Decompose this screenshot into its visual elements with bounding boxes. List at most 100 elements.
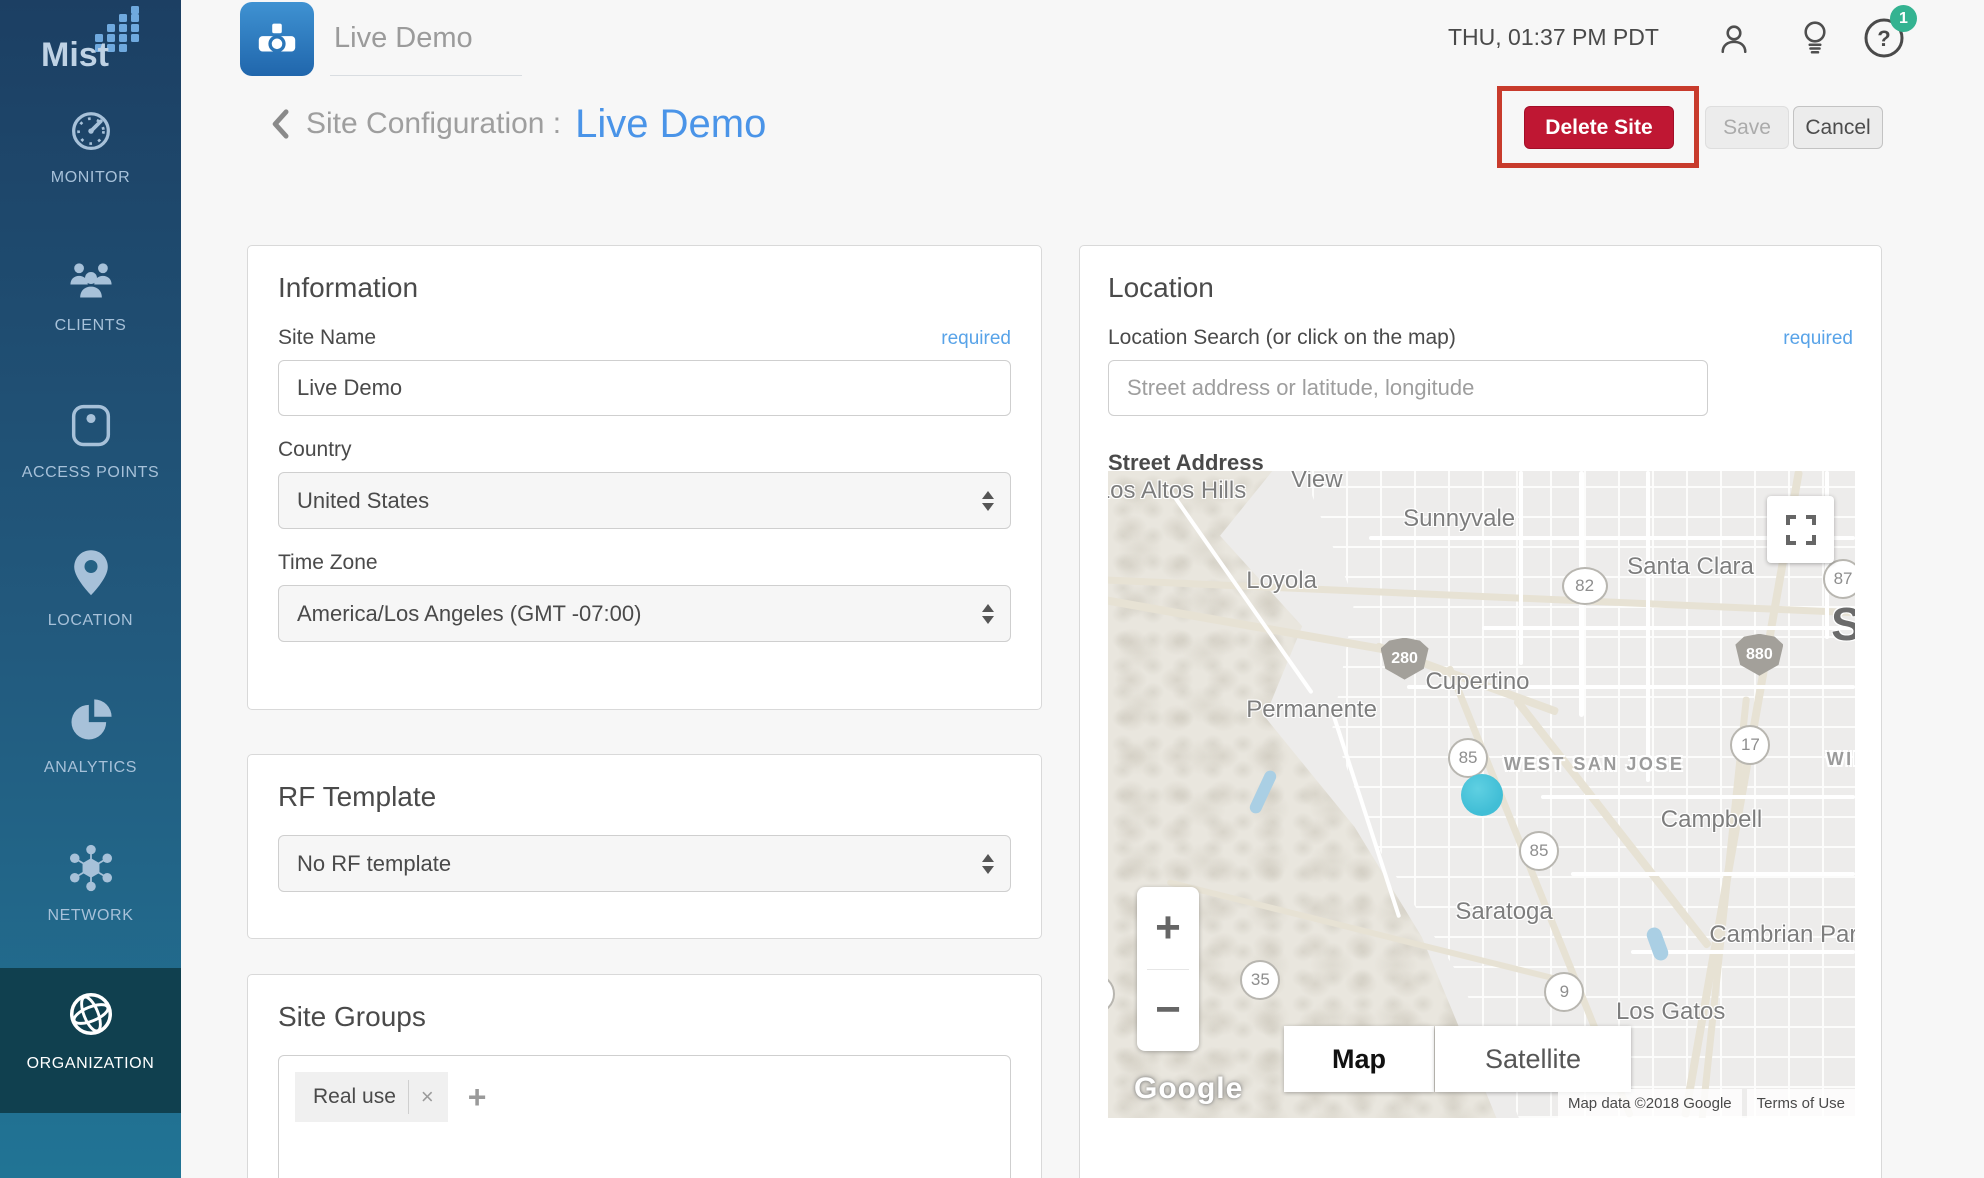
timezone-value: America/Los Angeles (GMT -07:00) <box>297 601 641 627</box>
mist-logo[interactable]: Mist <box>0 6 181 75</box>
sidebar-item-label: ORGANIZATION <box>0 1055 181 1073</box>
location-search-label: Location Search (or click on the map) <box>1108 326 1456 350</box>
sidebar-item-label: MONITOR <box>0 169 181 187</box>
route-badge: 9 <box>1544 972 1584 1012</box>
sidebar-item-monitor[interactable]: MONITOR <box>0 104 181 187</box>
route-badge: 82 <box>1562 567 1608 605</box>
access-points-icon <box>65 438 117 455</box>
location-card: Location Location Search (or click on th… <box>1079 245 1882 1178</box>
site-tab-label[interactable]: Live Demo <box>334 22 473 55</box>
map-place-label: Cupertino <box>1425 668 1529 696</box>
sidebar-item-label: LOCATION <box>0 612 181 630</box>
site-glyph-icon <box>254 16 300 62</box>
information-title: Information <box>278 272 1011 304</box>
mist-logo-text: Mist <box>41 36 109 70</box>
map-place-label: Saratoga <box>1455 898 1552 926</box>
location-required: required <box>1783 328 1853 350</box>
route-badge: 35 <box>1240 960 1280 1000</box>
map-place-label: WILL <box>1827 749 1855 770</box>
breadcrumb-section[interactable]: Site Configuration : <box>306 107 561 141</box>
country-label: Country <box>278 438 352 462</box>
sidebar: Mist MONITOR CLIENTS ACCESS POINTS LOCATION… <box>0 0 181 1178</box>
sidebar-item-label: ACCESS POINTS <box>0 464 181 482</box>
zoom-in-button[interactable]: + <box>1137 887 1199 969</box>
delete-site-button[interactable]: Delete Site <box>1524 106 1674 149</box>
route-badge: 85 <box>1448 738 1488 778</box>
sidebar-item-access-points[interactable]: ACCESS POINTS <box>0 399 181 482</box>
sidebar-item-label: CLIENTS <box>0 317 181 335</box>
country-select[interactable]: United States <box>278 472 1011 529</box>
rf-template-title: RF Template <box>278 781 1011 813</box>
map-attribution: Map data ©2018 Google Terms of Use <box>1558 1089 1855 1118</box>
analytics-icon <box>65 733 117 750</box>
sidebar-item-clients[interactable]: CLIENTS <box>0 252 181 335</box>
select-spinner-icon <box>982 854 994 874</box>
organization-icon <box>63 1029 119 1046</box>
map-place-label: Los Gatos <box>1616 998 1725 1026</box>
sidebar-item-location[interactable]: LOCATION <box>0 547 181 630</box>
site-groups-box[interactable]: Real use × + <box>278 1055 1011 1178</box>
lightbulb-icon[interactable] <box>1797 18 1833 63</box>
site-tab-icon[interactable] <box>240 2 314 76</box>
site-location-marker[interactable] <box>1461 774 1503 816</box>
site-name-input[interactable] <box>278 360 1011 416</box>
location-search-input[interactable] <box>1108 360 1708 416</box>
site-groups-card: Site Groups Real use × + <box>247 974 1042 1178</box>
map-place-label: Campbell <box>1661 806 1762 834</box>
route-badge: 87 <box>1823 559 1855 599</box>
map-place-label: Permanente <box>1246 696 1377 724</box>
clock: THU, 01:37 PM PDT <box>1448 24 1659 51</box>
site-groups-title: Site Groups <box>278 1001 1011 1033</box>
select-spinner-icon <box>982 604 994 624</box>
add-group-icon[interactable]: + <box>468 1072 487 1122</box>
google-map[interactable]: Los Altos Hills View Sunnyvale Loyola Santa … <box>1108 471 1855 1118</box>
location-title: Location <box>1108 272 1853 304</box>
map-place-label: Sunnyvale <box>1403 505 1515 533</box>
save-button[interactable]: Save <box>1705 106 1789 149</box>
remove-chip-icon[interactable]: × <box>421 1084 448 1110</box>
clients-icon <box>65 291 117 308</box>
location-icon <box>65 586 117 603</box>
notification-badge: 1 <box>1890 5 1917 32</box>
map-zoom-control: + − <box>1137 887 1199 1051</box>
site-name-required: required <box>941 328 1011 350</box>
chip-divider <box>408 1080 409 1114</box>
map-type-map-button[interactable]: Map <box>1284 1026 1434 1092</box>
sidebar-item-network[interactable]: NETWORK <box>0 842 181 925</box>
map-data-attribution: Map data ©2018 Google <box>1558 1089 1742 1118</box>
map-type-control: Map Satellite <box>1284 1026 1631 1092</box>
site-group-chip-label: Real use <box>313 1085 396 1109</box>
monitor-icon <box>65 143 117 160</box>
map-place-label: View <box>1291 471 1343 494</box>
country-value: United States <box>297 488 429 514</box>
information-card: Information Site Name required Country U… <box>247 245 1042 710</box>
svg-text:?: ? <box>1877 26 1890 51</box>
site-name-label: Site Name <box>278 326 376 350</box>
sidebar-item-label: ANALYTICS <box>0 759 181 777</box>
fullscreen-icon <box>1784 513 1818 547</box>
map-place-label: Santa Clara <box>1627 553 1754 581</box>
site-tab-underline <box>330 75 522 76</box>
fullscreen-button[interactable] <box>1767 496 1834 563</box>
site-configuration-page: Mist MONITOR CLIENTS ACCESS POINTS LOCATION… <box>0 0 1984 1178</box>
rf-template-value: No RF template <box>297 851 451 877</box>
route-badge: 17 <box>1730 725 1770 765</box>
sidebar-item-label: NETWORK <box>0 907 181 925</box>
user-icon[interactable] <box>1716 20 1752 63</box>
sidebar-item-analytics[interactable]: ANALYTICS <box>0 694 181 777</box>
map-place-label: Los Altos Hills <box>1108 477 1246 505</box>
sidebar-item-organization[interactable]: ORGANIZATION <box>0 968 181 1113</box>
rf-template-card: RF Template No RF template <box>247 754 1042 939</box>
back-chevron-icon[interactable] <box>268 107 292 141</box>
terms-of-use-link[interactable]: Terms of Use <box>1747 1089 1855 1118</box>
cancel-button[interactable]: Cancel <box>1793 106 1883 149</box>
route-badge: 85 <box>1519 831 1559 871</box>
map-place-label: S <box>1831 597 1855 651</box>
timezone-select[interactable]: America/Los Angeles (GMT -07:00) <box>278 585 1011 642</box>
map-type-satellite-button[interactable]: Satellite <box>1435 1026 1631 1092</box>
network-icon <box>65 881 117 898</box>
zoom-out-button[interactable]: − <box>1137 970 1199 1052</box>
rf-template-select[interactable]: No RF template <box>278 835 1011 892</box>
map-place-label: Loyola <box>1246 567 1317 595</box>
breadcrumb: Site Configuration : Live Demo <box>268 96 766 152</box>
